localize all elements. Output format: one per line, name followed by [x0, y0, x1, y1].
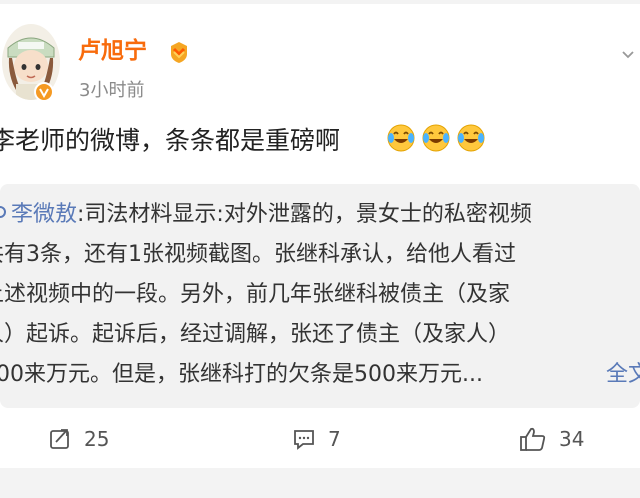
comment-button[interactable]: 7 [292, 424, 341, 454]
laugh-cry-emoji-icon [457, 124, 485, 152]
emoji-group [386, 123, 486, 153]
reposted-content[interactable]: 李微敖:司法材料显示:对外泄露的，景女士的私密视频 共有3条，还有1张视频截图。… [0, 184, 640, 408]
verified-badge-icon [34, 82, 54, 102]
full-text-link[interactable]: 全文 [606, 361, 640, 389]
repost-icon [50, 429, 69, 449]
repost-line: 共有3条，还有1张视频截图。张继科承认，给他人看过 [0, 242, 516, 267]
post-text: 李老师的微博，条条都是重磅啊 [0, 126, 341, 155]
top-divider [0, 0, 640, 4]
comment-count: 7 [328, 427, 341, 451]
thumbs-up-icon [520, 427, 546, 451]
repost-button[interactable]: 25 [48, 424, 109, 454]
repost-count: 25 [84, 427, 110, 451]
laugh-cry-emoji-icon [387, 124, 415, 152]
laugh-cry-emoji-icon [422, 124, 450, 152]
user-icon [0, 206, 6, 218]
like-button[interactable]: 34 [519, 424, 584, 454]
user-rank-badge-icon[interactable] [167, 40, 191, 64]
repost-line: 500来万元。但是，张继科打的欠条是500来万元... [0, 362, 483, 387]
weibo-post-card: 卢旭宁 3小时前 李老师的微博，条条都是重磅啊 李微敖:司法材料显示:对外泄露的… [0, 0, 640, 498]
mention-link[interactable]: 李微敖 [0, 202, 77, 227]
post-time: 3小时前 [79, 80, 145, 101]
bottom-divider [0, 468, 640, 498]
action-bar: 25 7 34 [0, 424, 640, 456]
repost-line: 上述视频中的一段。另外，前几年张继科被债主（及家 [0, 282, 511, 307]
like-count: 34 [559, 427, 585, 451]
chevron-down-icon[interactable] [622, 44, 634, 59]
repost-line: 李微敖:司法材料显示:对外泄露的，景女士的私密视频 [0, 201, 532, 229]
username[interactable]: 卢旭宁 [78, 36, 147, 66]
comment-icon [294, 430, 314, 450]
repost-line: 人）起诉。起诉后，经过调解，张还了债主（及家人） [0, 322, 511, 347]
